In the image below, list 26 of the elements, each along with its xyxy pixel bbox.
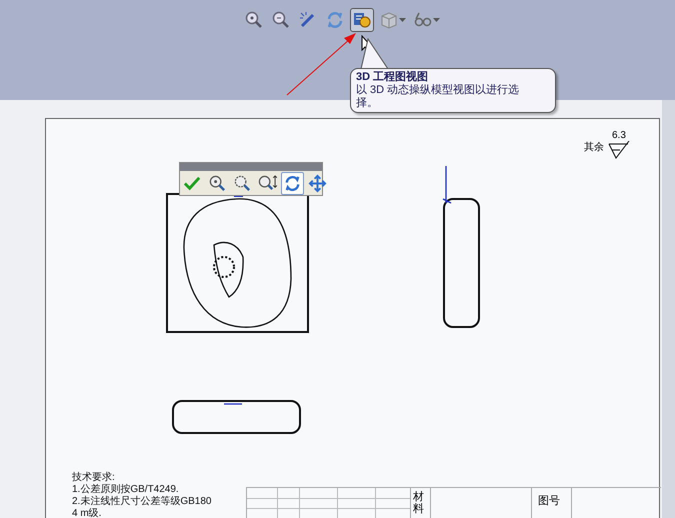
drawing-view-icon [352, 10, 372, 30]
tooltip-text: 以 3D 动态操纵模型视图以进行选择。 [356, 84, 520, 110]
view-tool-button[interactable] [281, 172, 304, 195]
zoom-area-icon [233, 174, 252, 193]
toolbar-button[interactable] [350, 8, 374, 32]
drawing-number-label: 图号 [538, 496, 560, 507]
surface-finish-note: 其余 [584, 143, 604, 153]
technical-note: 技术要求: [72, 472, 116, 484]
technical-note: 1.公差原则按GB/T4249. [72, 484, 180, 496]
roughness-symbol-icon [608, 141, 630, 159]
technical-note: 2.未注线性尺寸公差等级GB180 [72, 496, 212, 508]
dropdown-arrow-icon [432, 17, 440, 23]
tooltip-title: 3D 工程图视图 [356, 71, 430, 84]
zoom-to-fit-icon [208, 174, 227, 193]
dropdown-arrow-icon [398, 17, 406, 23]
cube-icon [378, 10, 398, 30]
view-tool-button[interactable] [306, 172, 329, 195]
pan-icon [308, 174, 327, 193]
roughness-value: 6.3 [612, 131, 626, 141]
zoom-to-fit-icon [244, 10, 264, 30]
material-label: 材料 [413, 491, 425, 515]
technical-note: 4 m级. [72, 508, 102, 518]
checkmark-icon [183, 174, 202, 193]
rotate-icon [283, 174, 302, 193]
zoom-in-out-icon [258, 174, 277, 193]
zoom-area-icon [270, 10, 290, 30]
